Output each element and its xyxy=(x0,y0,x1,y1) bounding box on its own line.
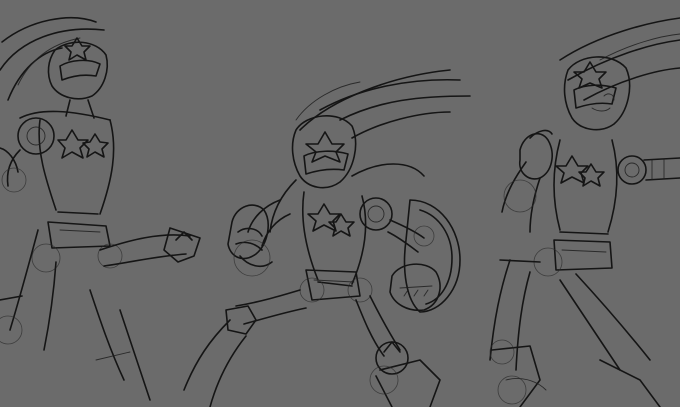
left-figure xyxy=(0,16,201,401)
sketch-drawing xyxy=(0,16,680,407)
center-figure xyxy=(183,69,471,407)
right-figure xyxy=(489,17,680,407)
sketch-canvas xyxy=(0,0,680,407)
